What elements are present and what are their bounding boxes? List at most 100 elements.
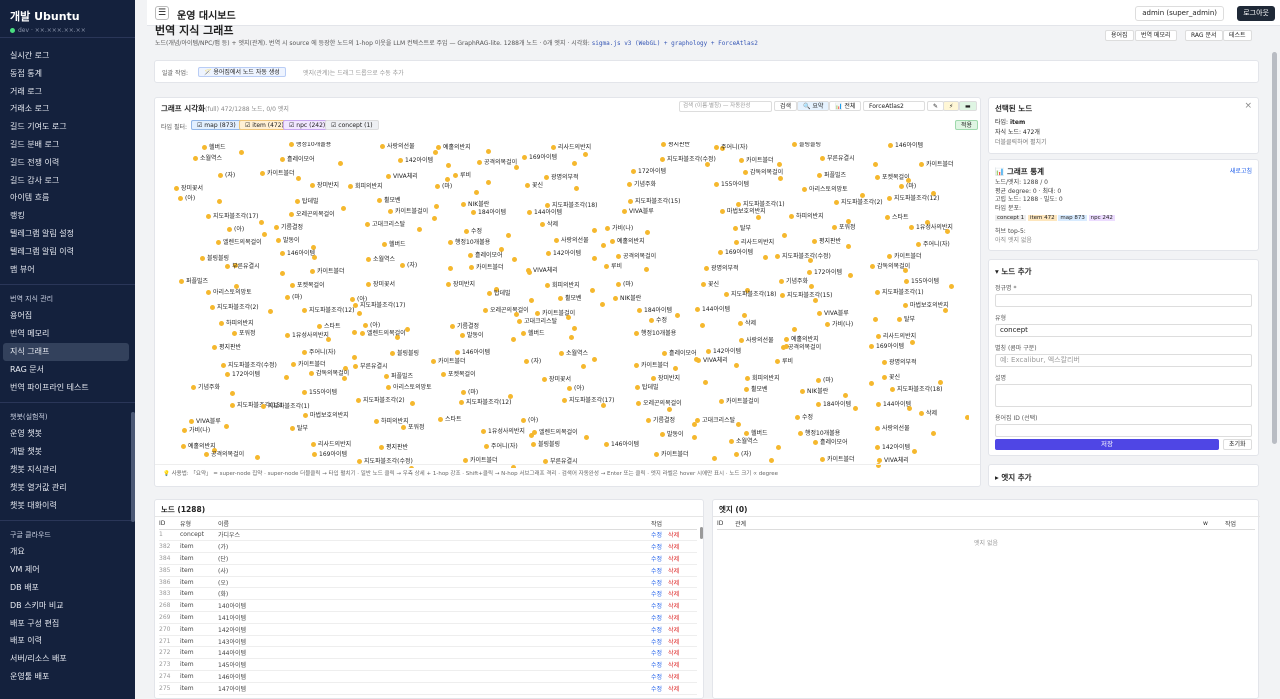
- graph-node-dot[interactable]: [259, 220, 264, 225]
- edit-link[interactable]: 수정: [651, 686, 662, 693]
- graph-node[interactable]: 포켓목걸이: [290, 282, 325, 289]
- graph-node-dot[interactable]: [673, 366, 678, 371]
- graph-node[interactable]: 평지판반: [661, 142, 690, 148]
- graph-node[interactable]: 광명의부적: [882, 359, 917, 366]
- graph-node[interactable]: 169아이템: [869, 343, 904, 350]
- graph-node[interactable]: 광명의부적: [544, 174, 579, 181]
- graph-node[interactable]: 하피의반지: [789, 213, 824, 220]
- graph-node[interactable]: 카이트블더: [654, 451, 689, 458]
- graph-node-dot[interactable]: [873, 317, 878, 322]
- graph-node[interactable]: 리사드의반지: [734, 239, 774, 246]
- graph-node[interactable]: VIVA블루: [622, 208, 654, 215]
- graph-node[interactable]: 예홀의반지: [436, 144, 471, 151]
- sidebar-item[interactable]: 챗봇 대화이력: [0, 497, 135, 515]
- graph-node[interactable]: VIVA체리: [526, 267, 558, 274]
- graph-node[interactable]: (자): [734, 451, 751, 458]
- graph-node[interactable]: 주어니(자): [484, 443, 518, 450]
- graph-node[interactable]: 포켓목걸이: [441, 371, 476, 378]
- graph-node[interactable]: 공격의목걸이: [781, 344, 821, 351]
- graph-node[interactable]: 사랑의선물: [875, 425, 910, 432]
- graph-node-dot[interactable]: [224, 424, 229, 429]
- graph-node-dot[interactable]: [312, 255, 317, 260]
- graph-node[interactable]: 기념주화: [779, 278, 808, 285]
- graph-node[interactable]: 지도파블조각(17): [562, 397, 614, 404]
- sidebar-item[interactable]: 텔레그램 알림 이력: [0, 243, 135, 261]
- graph-node[interactable]: 헬버드: [382, 241, 406, 248]
- graph-node[interactable]: VIVA블루: [189, 418, 221, 425]
- graph-node[interactable]: 리사드의반지: [551, 144, 591, 151]
- delete-link[interactable]: 삭제: [668, 650, 679, 657]
- graph-node-dot[interactable]: [910, 340, 915, 345]
- graph-node[interactable]: 블링블링: [200, 255, 229, 262]
- page-scrollbar[interactable]: [1272, 52, 1277, 444]
- graph-node[interactable]: 수정: [795, 414, 813, 421]
- graph-node-dot[interactable]: [410, 401, 415, 406]
- graph-node[interactable]: NIK블란: [461, 201, 489, 208]
- lightning-icon[interactable]: ⚡: [943, 101, 960, 111]
- graph-node[interactable]: VIVA체리: [877, 457, 909, 464]
- graph-node[interactable]: 오레곤의목걸이: [483, 307, 529, 314]
- sidebar-item[interactable]: 맵 뷰어: [0, 261, 135, 279]
- graph-node-dot[interactable]: [512, 257, 517, 262]
- sidebar-item[interactable]: 개요: [0, 543, 135, 561]
- graph-node-dot[interactable]: [843, 393, 848, 398]
- graph-node[interactable]: 포켓목걸이: [875, 174, 910, 181]
- graph-node-dot[interactable]: [853, 406, 858, 411]
- graph-node-dot[interactable]: [846, 244, 851, 249]
- graph-node-dot[interactable]: [965, 415, 969, 420]
- graph-node[interactable]: 광명의부적: [704, 265, 739, 272]
- graph-node[interactable]: 루비: [453, 172, 471, 179]
- edit-link[interactable]: 수정: [651, 615, 662, 622]
- graph-node-dot[interactable]: [448, 266, 453, 271]
- graph-node[interactable]: 144아이템: [695, 306, 730, 313]
- graph-node[interactable]: 지도파블조각(2): [210, 304, 259, 311]
- graph-node[interactable]: 행정10개볼용: [798, 430, 840, 437]
- graph-node[interactable]: 헬버드: [202, 144, 226, 151]
- graph-node[interactable]: 탈부: [733, 225, 751, 232]
- graph-node[interactable]: 지도파블조각(수정): [775, 253, 831, 260]
- graph-node[interactable]: 발동이: [660, 431, 684, 438]
- graph-node[interactable]: 카이트블더: [887, 253, 922, 260]
- graph-node[interactable]: 146아이템: [604, 441, 639, 448]
- graph-node[interactable]: 꽃신: [701, 281, 719, 288]
- graph-node[interactable]: 지도파블조각(12): [459, 399, 511, 406]
- delete-link[interactable]: 삭제: [668, 627, 679, 634]
- graph-node[interactable]: 예홀의반지: [784, 336, 819, 343]
- graph-node-dot[interactable]: [943, 308, 948, 313]
- graph-node[interactable]: 삭제: [919, 410, 937, 417]
- graph-node[interactable]: 지도파블조각(2): [834, 199, 883, 206]
- graph-node[interactable]: 삭제: [738, 320, 756, 327]
- graph-node-dot[interactable]: [572, 161, 577, 166]
- graph-node[interactable]: 루비: [775, 358, 793, 365]
- graph-node-dot[interactable]: [230, 391, 235, 396]
- graph-node[interactable]: 1유성사의반지: [481, 428, 525, 435]
- graph-node[interactable]: 기름결정: [274, 224, 303, 231]
- graph-node[interactable]: (아): [227, 226, 244, 233]
- add-node-title[interactable]: ▾ 노드 추가: [995, 266, 1252, 277]
- summary-button[interactable]: 🔍 요약: [797, 101, 830, 111]
- graph-node[interactable]: (아): [178, 195, 195, 202]
- graph-node[interactable]: 지도파블조각(15): [780, 292, 832, 299]
- graph-node-dot[interactable]: [352, 330, 357, 335]
- sidebar-item[interactable]: 실시간 로그: [0, 47, 135, 65]
- graph-node[interactable]: 스타트: [317, 323, 341, 330]
- graph-node[interactable]: 142아이템: [875, 444, 910, 451]
- graph-node[interactable]: (마): [461, 389, 478, 396]
- graph-node-dot[interactable]: [736, 422, 741, 427]
- sidebar-item[interactable]: 텔레그램 알림 설정: [0, 225, 135, 243]
- search-button[interactable]: 검색: [774, 101, 798, 111]
- graph-node[interactable]: 144아이템: [876, 401, 911, 408]
- graph-node[interactable]: 퍼플빌즈: [179, 278, 208, 285]
- graph-node[interactable]: 꽃신: [525, 182, 543, 189]
- graph-node[interactable]: 탑데빌: [487, 290, 511, 297]
- sidebar-item[interactable]: 배포 구성 편집: [0, 615, 135, 633]
- graph-node[interactable]: 장미반지: [310, 182, 339, 189]
- sidebar-item[interactable]: 서버/리소스 배포: [0, 650, 135, 668]
- graph-node[interactable]: 사랑의선물: [739, 337, 774, 344]
- delete-link[interactable]: 삭제: [668, 639, 679, 646]
- edit-link[interactable]: 수정: [651, 603, 662, 610]
- graph-node[interactable]: 지도파블조각(1): [261, 403, 310, 410]
- full-view-button[interactable]: 📊 전체: [829, 101, 862, 111]
- graph-node[interactable]: 소월역스: [366, 256, 395, 263]
- graph-node[interactable]: 지도파블조각(2): [356, 397, 405, 404]
